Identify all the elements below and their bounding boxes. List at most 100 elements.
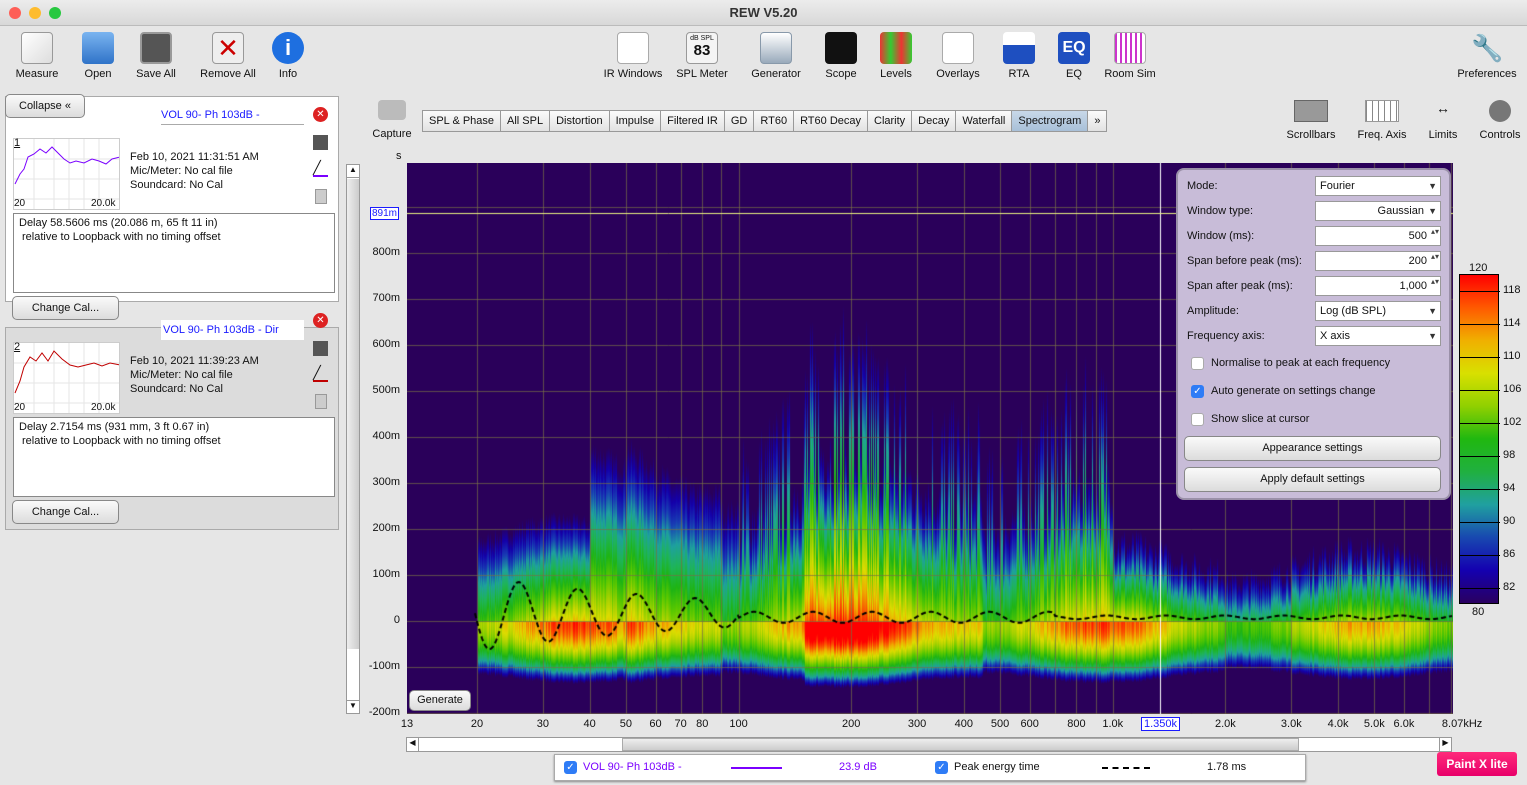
scrollbars-button[interactable]: Scrollbars: [1283, 100, 1339, 141]
measurement-name-field[interactable]: VOL 90- Ph 103dB - Dir: [161, 320, 304, 340]
save-icon: [140, 32, 172, 64]
normalise-checkbox[interactable]: [1191, 357, 1204, 370]
generate-button[interactable]: Generate: [409, 690, 471, 711]
paint-x-lite-badge[interactable]: Paint X lite: [1437, 752, 1517, 776]
mode-select[interactable]: Fourier: [1315, 176, 1441, 196]
freq-axis-button[interactable]: Freq. Axis: [1352, 100, 1412, 141]
label: Limits: [1428, 129, 1458, 141]
y-tick-label: 500m: [372, 384, 400, 397]
window-ms-spinner[interactable]: 500: [1315, 226, 1441, 246]
levels-button[interactable]: Levels: [861, 32, 931, 80]
span-after-spinner[interactable]: 1,000: [1315, 276, 1441, 296]
x-tick-label: 400: [954, 718, 974, 730]
notes-icon[interactable]: [315, 189, 327, 204]
span-after-value: 1,000: [1399, 280, 1427, 292]
date: Feb 10, 2021 11:39:23 AM: [130, 355, 259, 367]
preferences-button[interactable]: 🔧 Preferences: [1452, 32, 1522, 80]
window-type-select[interactable]: Gaussian: [1315, 201, 1441, 221]
zoom-window-button[interactable]: [49, 7, 61, 19]
collapse-button[interactable]: Collapse «: [5, 94, 85, 118]
tab-decay[interactable]: Decay: [912, 110, 957, 132]
colorbar-tick-label: 118: [1503, 283, 1521, 296]
notes-icon[interactable]: [315, 394, 327, 409]
overlays-icon: [942, 32, 974, 64]
generator-button[interactable]: Generator: [741, 32, 811, 80]
vertical-scrollbar[interactable]: ▲ ▼: [346, 164, 360, 714]
appearance-settings-button[interactable]: Appearance settings: [1184, 436, 1441, 461]
tab-all-spl[interactable]: All SPL: [501, 110, 551, 132]
show-slice-checkbox[interactable]: [1191, 413, 1204, 426]
colorbar-min: 80: [1472, 606, 1485, 618]
save-measurement-icon[interactable]: [313, 341, 328, 356]
span-before-spinner[interactable]: 200: [1315, 251, 1441, 271]
label: Freq. Axis: [1357, 129, 1407, 141]
remove-measurement-icon[interactable]: ✕: [313, 313, 328, 328]
tab-more[interactable]: »: [1088, 110, 1108, 132]
scroll-up-icon[interactable]: ▲: [347, 165, 359, 178]
label: Room Sim: [1104, 68, 1156, 80]
peak-visible-checkbox[interactable]: ✓: [935, 761, 948, 774]
measurement-panel-1[interactable]: VOL 90- Ph 103dB - ✕ ╱ 1 20 20.0k Feb 10…: [5, 96, 339, 302]
x-tick-label: 800: [1067, 718, 1086, 730]
ir-windows-button[interactable]: IR Windows: [598, 32, 668, 80]
window-ms-value: 500: [1408, 230, 1427, 242]
legend-series-line: [731, 767, 782, 769]
soundcard: Soundcard: No Cal: [130, 179, 223, 191]
change-cal-button-2[interactable]: Change Cal...: [12, 500, 119, 524]
colorbar-tick-label: 94: [1503, 481, 1516, 494]
spl-meter-icon: dB SPL 83: [686, 32, 718, 64]
pen-color-icon[interactable]: ╱: [313, 366, 328, 382]
remove-measurement-icon[interactable]: ✕: [313, 107, 328, 122]
overlays-button[interactable]: Overlays: [923, 32, 993, 80]
horizontal-scrollbar[interactable]: ◀ ▶: [406, 737, 1452, 752]
tab-waterfall[interactable]: Waterfall: [956, 110, 1013, 132]
x-tick-label: 600: [1020, 718, 1039, 730]
limits-button[interactable]: ↔ Limits: [1420, 100, 1466, 141]
save-all-button[interactable]: Save All: [121, 32, 191, 80]
legend-series-value: 23.9 dB: [839, 761, 877, 773]
x-cursor-readout: 1.350k: [1141, 717, 1181, 731]
measurement-name-field[interactable]: VOL 90- Ph 103dB -: [161, 105, 304, 125]
span-after-label: Span after peak (ms):: [1187, 280, 1293, 292]
colorbar-tick-label: 86: [1503, 547, 1516, 560]
tab-spl-phase[interactable]: SPL & Phase: [423, 110, 502, 132]
measure-button[interactable]: Measure: [2, 32, 72, 80]
frequency-axis-value: X axis: [1320, 330, 1350, 342]
mode-value: Fourier: [1320, 180, 1355, 192]
scroll-thumb[interactable]: [347, 179, 359, 649]
frequency-axis-select[interactable]: X axis: [1315, 326, 1441, 346]
tab-rt60[interactable]: RT60: [754, 110, 795, 132]
close-window-button[interactable]: [9, 7, 21, 19]
save-measurement-icon[interactable]: [313, 135, 328, 150]
tab-distortion[interactable]: Distortion: [550, 110, 610, 132]
change-cal-button-1[interactable]: Change Cal...: [12, 296, 119, 320]
scroll-left-icon[interactable]: ◀: [407, 738, 419, 751]
apply-default-settings-button[interactable]: Apply default settings: [1184, 467, 1441, 492]
amplitude-select[interactable]: Log (dB SPL): [1315, 301, 1441, 321]
tab-spectrogram[interactable]: Spectrogram: [1012, 110, 1089, 132]
colorbar-tick: [1460, 455, 1500, 457]
controls-button[interactable]: Controls: [1474, 100, 1526, 141]
scroll-right-icon[interactable]: ▶: [1439, 738, 1451, 751]
tab-gd[interactable]: GD: [724, 110, 755, 132]
minimize-window-button[interactable]: [29, 7, 41, 19]
tab-rt60-decay[interactable]: RT60 Decay: [794, 110, 868, 132]
tab-impulse[interactable]: Impulse: [609, 110, 662, 132]
series-visible-checkbox[interactable]: ✓: [564, 761, 577, 774]
scroll-thumb[interactable]: [622, 738, 1299, 751]
levels-icon: [880, 32, 912, 64]
tab-clarity[interactable]: Clarity: [868, 110, 913, 132]
wrench-icon: 🔧: [1471, 33, 1504, 63]
info-button[interactable]: i Info: [253, 32, 323, 80]
scroll-down-icon[interactable]: ▼: [347, 700, 359, 713]
auto-generate-checkbox[interactable]: ✓: [1191, 385, 1204, 398]
y-cursor-readout: 891m: [370, 207, 400, 220]
pen-color-icon[interactable]: ╱: [313, 161, 328, 177]
spl-meter-button[interactable]: dB SPL 83 SPL Meter: [667, 32, 737, 80]
tab-filtered-ir[interactable]: Filtered IR: [661, 110, 725, 132]
room-sim-button[interactable]: Room Sim: [1095, 32, 1165, 80]
x-tick-label: 200: [842, 718, 861, 730]
capture-button[interactable]: Capture: [370, 100, 414, 140]
x-tick-label: 2.0k: [1215, 718, 1236, 730]
rta-icon: [1003, 32, 1035, 64]
